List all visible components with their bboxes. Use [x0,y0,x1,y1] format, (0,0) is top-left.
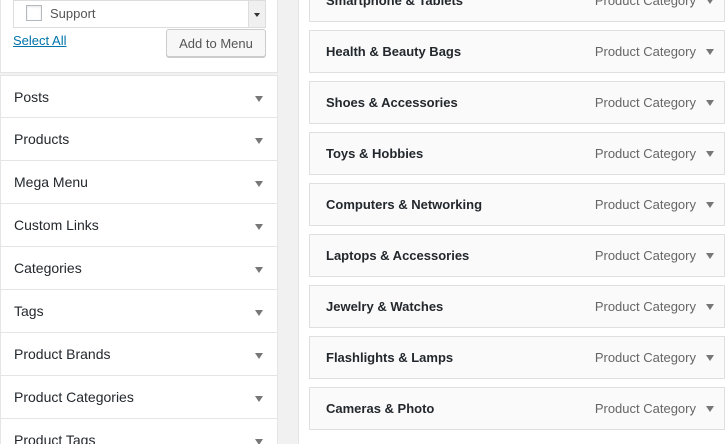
menu-item[interactable]: Computers & Networking Product Category [309,183,725,226]
accordion-item-label: Product Tags [14,432,96,444]
accordion-item-label: Product Categories [14,389,134,405]
chevron-down-icon[interactable] [706,405,714,412]
chevron-down-icon [255,138,263,144]
menu-item[interactable]: Smartphone & Tablets Product Category [309,0,725,22]
accordion-item-product-categories[interactable]: Product Categories [0,376,278,419]
menu-item-type: Product Category [594,299,696,314]
accordion-item-label: Categories [14,260,82,276]
menu-item-title: Laptops & Accessories [326,248,470,263]
accordion-item-custom-links[interactable]: Custom Links [0,204,278,247]
checklist-item-label: Support [50,5,96,21]
menu-item-type: Product Category [594,44,696,59]
menu-item-title: Toys & Hobbies [326,146,424,161]
accordion-item-posts[interactable]: Posts [0,75,278,118]
menu-item-type: Product Category [594,350,696,365]
menu-item-title: Health & Beauty Bags [326,44,462,59]
checklist-item[interactable]: Support [26,5,96,21]
chevron-down-icon[interactable] [706,201,714,208]
select-all-link[interactable]: Select All [13,33,66,48]
chevron-down-icon [255,267,263,273]
menus-editor: Support Select All Add to Menu Posts Pro… [0,0,726,444]
menu-item[interactable]: Toys & Hobbies Product Category [309,132,725,175]
chevron-down-icon[interactable] [706,303,714,310]
accordion: Posts Products Mega Menu Custom Links Ca… [0,75,278,444]
menu-item[interactable]: Cameras & Photo Product Category [309,387,725,430]
menu-item[interactable]: Shoes & Accessories Product Category [309,81,725,124]
accordion-item-categories[interactable]: Categories [0,247,278,290]
accordion-item-tags[interactable]: Tags [0,290,278,333]
scroll-down-icon[interactable] [254,13,260,17]
chevron-down-icon [255,396,263,402]
scrollbar[interactable] [248,1,265,27]
accordion-item-label: Posts [14,88,50,105]
chevron-down-icon [255,181,263,187]
menu-item-type: Product Category [594,146,696,161]
accordion-item-label: Mega Menu [14,174,88,190]
menu-item-type: Product Category [594,0,696,8]
menu-structure-column: Smartphone & Tablets Product Category He… [298,0,726,444]
menu-item[interactable]: Laptops & Accessories Product Category [309,234,725,277]
menu-items-list: Smartphone & Tablets Product Category He… [309,0,725,438]
menu-item-title: Smartphone & Tablets [326,0,464,8]
pages-checklist[interactable]: Support [13,0,266,28]
chevron-down-icon [255,95,263,102]
menu-item-type: Product Category [594,95,696,110]
chevron-down-icon[interactable] [706,48,714,55]
chevron-down-icon [255,224,263,230]
menu-item[interactable]: Flashlights & Lamps Product Category [309,336,725,379]
add-menu-items-column: Support Select All Add to Menu Posts Pro… [0,0,278,444]
accordion-item-label: Tags [14,303,44,319]
menu-item-type: Product Category [594,248,696,263]
menu-item-title: Computers & Networking [326,197,483,212]
chevron-down-icon[interactable] [706,150,714,157]
accordion-item-product-tags[interactable]: Product Tags [0,419,278,444]
menu-item-type: Product Category [594,401,696,416]
menu-item-title: Flashlights & Lamps [326,350,454,365]
chevron-down-icon[interactable] [706,0,714,4]
chevron-down-icon[interactable] [706,354,714,361]
pages-panel: Support Select All Add to Menu [0,0,278,73]
accordion-item-label: Product Brands [14,346,111,362]
chevron-down-icon [255,439,263,444]
accordion-item-mega-menu[interactable]: Mega Menu [0,161,278,204]
accordion-item-products[interactable]: Products [0,118,278,161]
chevron-down-icon[interactable] [706,252,714,259]
menu-item[interactable]: Health & Beauty Bags Product Category [309,30,725,73]
add-to-menu-button[interactable]: Add to Menu [166,29,266,57]
menu-item-type: Product Category [594,197,696,212]
menu-item-title: Cameras & Photo [326,401,435,416]
checkbox[interactable] [26,5,42,21]
chevron-down-icon [255,353,263,359]
menu-item-title: Jewelry & Watches [326,299,444,314]
chevron-down-icon[interactable] [706,99,714,106]
accordion-item-product-brands[interactable]: Product Brands [0,333,278,376]
chevron-down-icon [255,310,263,316]
menu-item[interactable]: Jewelry & Watches Product Category [309,285,725,328]
accordion-item-label: Products [14,131,70,147]
menu-item-title: Shoes & Accessories [326,95,458,110]
accordion-item-label: Custom Links [14,217,99,233]
